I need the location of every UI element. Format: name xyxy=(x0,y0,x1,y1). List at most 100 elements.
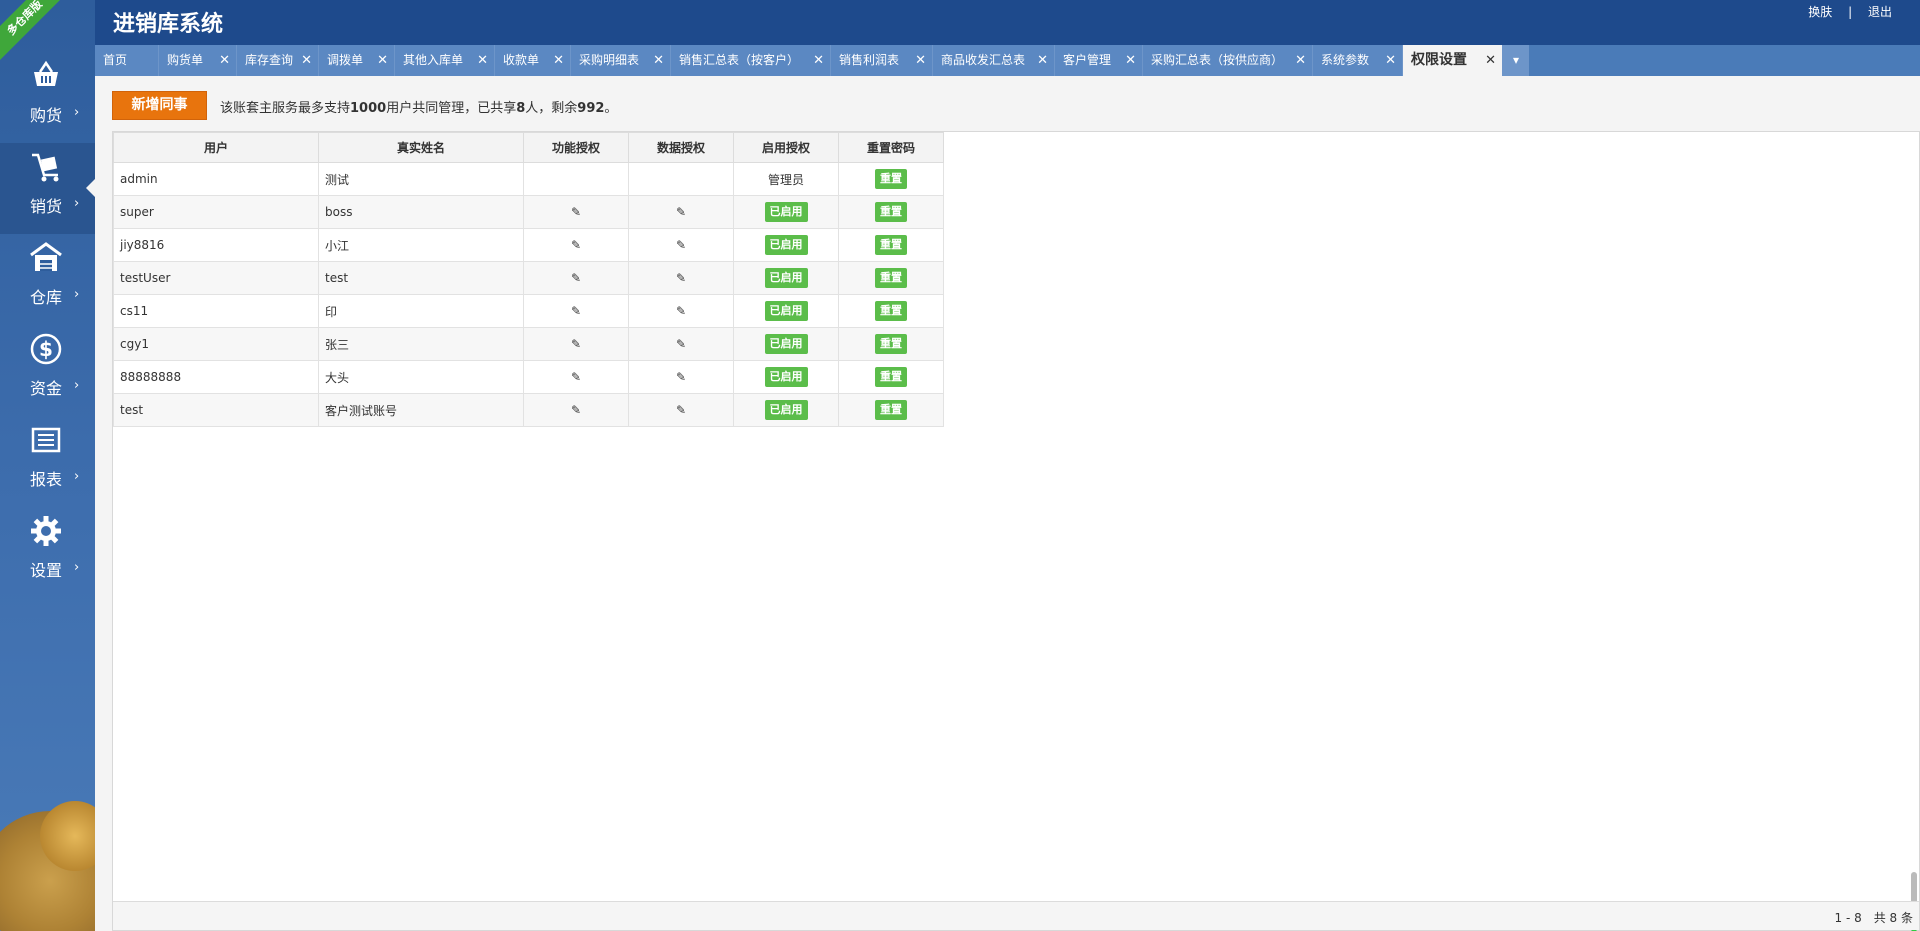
close-icon[interactable]: ✕ xyxy=(915,45,926,76)
admin-label: 管理员 xyxy=(733,162,839,196)
table-row: cgy1 张三 ✎ ✎ 已启用 重置 xyxy=(113,327,944,361)
tab[interactable]: 库存查询 ✕ xyxy=(237,45,319,76)
sidebar-item[interactable]: 设置 › xyxy=(0,507,95,598)
add-colleague-button[interactable]: 新增同事 xyxy=(112,91,207,120)
enabled-button[interactable]: 已启用 xyxy=(764,235,808,255)
edit-icon[interactable]: ✎ xyxy=(676,370,686,384)
enabled-button[interactable]: 已启用 xyxy=(764,268,808,288)
sidebar-item[interactable]: 仓库 › xyxy=(0,234,95,325)
notice-text: 人，剩余 xyxy=(525,101,578,116)
tab[interactable]: 收款单 ✕ xyxy=(495,45,571,76)
tab[interactable]: 销售汇总表（按客户） ✕ xyxy=(671,45,831,76)
tab[interactable]: 客户管理 ✕ xyxy=(1055,45,1143,76)
real-name-cell: 张三 xyxy=(318,327,524,361)
user-cell: testUser xyxy=(113,261,319,295)
user-cell: cs11 xyxy=(113,294,319,328)
tab[interactable]: 系统参数 ✕ xyxy=(1313,45,1403,76)
reset-button[interactable]: 重置 xyxy=(875,235,907,255)
real-name-cell: 客户测试账号 xyxy=(318,393,524,427)
edit-icon[interactable]: ✎ xyxy=(676,337,686,351)
reset-button[interactable]: 重置 xyxy=(875,202,907,222)
enable-auth-cell: 已启用 xyxy=(733,294,839,328)
reset-button[interactable]: 重置 xyxy=(875,334,907,354)
column-header: 用户 xyxy=(113,132,319,163)
tab[interactable]: 权限设置 ✕ xyxy=(1403,45,1503,76)
edit-icon[interactable]: ✎ xyxy=(571,238,581,252)
real-name-cell: test xyxy=(318,261,524,295)
edit-icon[interactable]: ✎ xyxy=(571,205,581,219)
sidebar-item[interactable]: 报表 › xyxy=(0,416,95,507)
close-icon[interactable]: ✕ xyxy=(1125,45,1136,76)
enabled-button[interactable]: 已启用 xyxy=(764,301,808,321)
edit-icon[interactable]: ✎ xyxy=(571,271,581,285)
close-icon[interactable]: ✕ xyxy=(1295,45,1306,76)
real-name-cell: 印 xyxy=(318,294,524,328)
tab-overflow-dropdown[interactable]: ▾ xyxy=(1503,45,1529,76)
tab[interactable]: 商品收发汇总表 ✕ xyxy=(933,45,1055,76)
tab-label: 购货单 xyxy=(167,53,204,67)
chevron-right-icon: › xyxy=(74,196,80,211)
reset-button[interactable]: 重置 xyxy=(875,400,907,420)
table-row: super boss ✎ ✎ 已启用 重置 xyxy=(113,195,944,229)
enabled-button[interactable]: 已启用 xyxy=(764,367,808,387)
tab[interactable]: 其他入库单 ✕ xyxy=(395,45,495,76)
function-auth-cell: ✎ xyxy=(523,360,629,394)
tab[interactable]: 采购汇总表（按供应商） ✕ xyxy=(1143,45,1313,76)
edit-icon[interactable]: ✎ xyxy=(571,403,581,417)
edit-icon[interactable]: ✎ xyxy=(571,304,581,318)
close-icon[interactable]: ✕ xyxy=(219,45,230,76)
reset-password-cell: 重置 xyxy=(838,327,944,361)
close-icon[interactable]: ✕ xyxy=(813,45,824,76)
close-icon[interactable]: ✕ xyxy=(1485,45,1496,76)
sidebar-item[interactable]: 销货 › xyxy=(0,143,95,234)
tab-label: 系统参数 xyxy=(1321,53,1370,67)
enabled-button[interactable]: 已启用 xyxy=(764,400,808,420)
real-name-cell: 大头 xyxy=(318,360,524,394)
table-row: admin 测试 管理员 重置 xyxy=(113,162,944,196)
main-content: 新增同事 该账套主服务最多支持1000用户共同管理，已共享8人，剩余992。 用… xyxy=(95,76,1920,931)
edit-icon[interactable]: ✎ xyxy=(571,370,581,384)
close-icon[interactable]: ✕ xyxy=(553,45,564,76)
edit-icon[interactable]: ✎ xyxy=(676,304,686,318)
edit-icon[interactable]: ✎ xyxy=(571,337,581,351)
enabled-button[interactable]: 已启用 xyxy=(764,334,808,354)
close-icon[interactable]: ✕ xyxy=(477,45,488,76)
edit-icon[interactable]: ✎ xyxy=(676,403,686,417)
tab[interactable]: 销售利润表 ✕ xyxy=(831,45,933,76)
edit-icon[interactable]: ✎ xyxy=(676,205,686,219)
sidebar-item[interactable]: 购货 › xyxy=(0,52,95,143)
reset-button[interactable]: 重置 xyxy=(875,301,907,321)
close-icon[interactable]: ✕ xyxy=(653,45,664,76)
table-header-row: 用户 真实姓名 功能授权 数据授权 启用授权 重置密码 xyxy=(113,132,944,163)
real-name-cell: 小江 xyxy=(318,228,524,262)
tab-label: 商品收发汇总表 xyxy=(941,53,1026,67)
edit-icon[interactable]: ✎ xyxy=(676,238,686,252)
user-cell: admin xyxy=(113,162,319,196)
notice-text: 用户共同管理，已共享 xyxy=(386,101,517,116)
column-header: 功能授权 xyxy=(523,132,629,163)
reset-button[interactable]: 重置 xyxy=(875,367,907,387)
user-grid: 用户 真实姓名 功能授权 数据授权 启用授权 重置密码 admin 测试 管理员 重置 sup… xyxy=(112,131,1920,931)
edit-icon[interactable]: ✎ xyxy=(676,271,686,285)
sidebar-item[interactable]: $ 资金 › xyxy=(0,325,95,416)
close-icon[interactable]: ✕ xyxy=(1037,45,1048,76)
close-icon[interactable]: ✕ xyxy=(1385,45,1396,76)
tab[interactable]: 调拨单 ✕ xyxy=(319,45,395,76)
function-auth-cell: ✎ xyxy=(523,327,629,361)
tab[interactable]: 首页 xyxy=(95,45,159,76)
report-icon xyxy=(28,422,64,458)
permission-table: 用户 真实姓名 功能授权 数据授权 启用授权 重置密码 admin 测试 管理员 重置 sup… xyxy=(113,132,944,427)
reset-button[interactable]: 重置 xyxy=(875,268,907,288)
user-cell: jiy8816 xyxy=(113,228,319,262)
close-icon[interactable]: ✕ xyxy=(377,45,388,76)
enabled-button[interactable]: 已启用 xyxy=(764,202,808,222)
logout-link[interactable]: 退出 xyxy=(1868,5,1892,19)
function-auth-cell xyxy=(523,162,629,196)
ribbon-text: 多仓库版 xyxy=(4,0,45,38)
tab[interactable]: 采购明细表 ✕ xyxy=(571,45,671,76)
reset-button[interactable]: 重置 xyxy=(875,169,907,189)
close-icon[interactable]: ✕ xyxy=(301,45,312,76)
tab[interactable]: 购货单 ✕ xyxy=(159,45,237,76)
switch-skin-link[interactable]: 换肤 xyxy=(1808,5,1832,19)
sidebar-item-label: 仓库 xyxy=(30,288,63,307)
